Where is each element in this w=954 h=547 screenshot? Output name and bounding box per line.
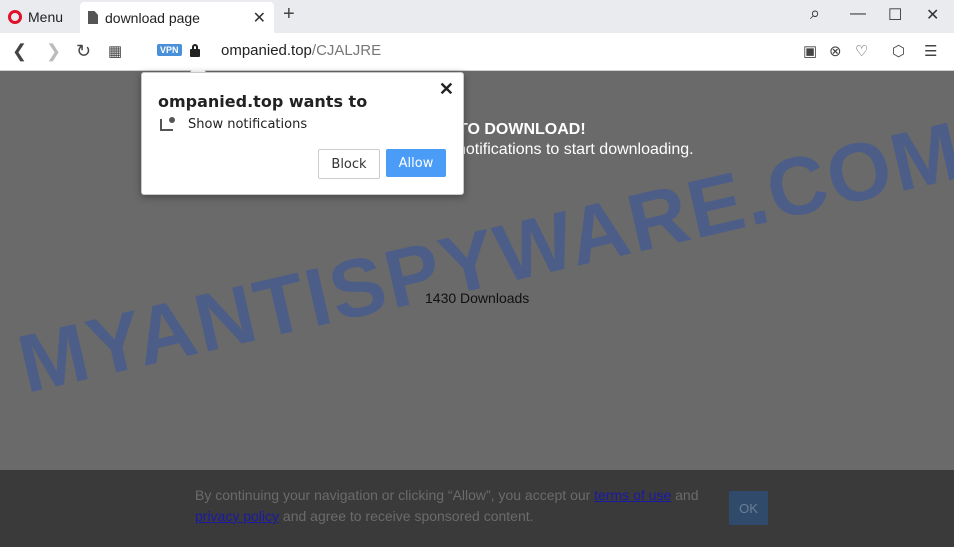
url-field[interactable]: ompanied.top/CJALJRE xyxy=(221,42,381,59)
popup-arrow xyxy=(190,64,206,72)
allow-button[interactable]: Allow xyxy=(386,149,446,177)
maximize-button[interactable]: ☐ xyxy=(888,5,902,25)
camera-icon[interactable]: ▣ xyxy=(803,42,817,60)
notification-icon xyxy=(160,117,175,131)
opera-menu-button[interactable]: Menu xyxy=(8,6,63,28)
minimize-button[interactable]: — xyxy=(850,5,866,23)
popup-close-icon[interactable]: ✕ xyxy=(439,79,454,100)
consent-text: By continuing your navigation or clickin… xyxy=(195,485,705,527)
url-path: /CJALJRE xyxy=(311,42,382,59)
consent-bar: By continuing your navigation or clickin… xyxy=(0,470,954,547)
tab-download-page[interactable]: download page ✕ xyxy=(80,2,274,33)
speed-dial-icon[interactable]: ▦ xyxy=(108,42,122,60)
easy-setup-icon[interactable]: ☰ xyxy=(924,42,937,60)
file-icon xyxy=(88,11,98,24)
popup-title: ompanied.top wants to xyxy=(158,92,368,111)
new-tab-button[interactable]: + xyxy=(283,3,295,26)
url-domain: ompanied.top xyxy=(221,42,312,59)
back-icon[interactable]: ❮ xyxy=(12,41,27,62)
privacy-policy-link[interactable]: privacy policy xyxy=(195,508,279,524)
ok-button[interactable]: OK xyxy=(729,491,768,525)
address-bar: ❮ ❯ ↻ ▦ VPN ompanied.top/CJALJRE ▣ ⊗ ♡ ⬡… xyxy=(0,33,954,71)
download-heading: TO DOWNLOAD! xyxy=(458,121,586,138)
close-window-button[interactable]: ✕ xyxy=(926,5,939,25)
tab-strip: Menu download page ✕ + ⌕ — ☐ ✕ xyxy=(0,0,954,33)
extensions-cube-icon[interactable]: ⬡ xyxy=(892,42,905,60)
reload-icon[interactable]: ↻ xyxy=(76,41,91,62)
download-subheading: notifications to start downloading. xyxy=(457,141,694,158)
block-button[interactable]: Block xyxy=(318,149,380,179)
vpn-badge[interactable]: VPN xyxy=(157,44,182,56)
lock-icon[interactable] xyxy=(190,44,200,57)
notification-permission-popup: ompanied.top wants to ✕ Show notificatio… xyxy=(141,72,464,195)
tab-close-icon[interactable]: ✕ xyxy=(253,8,266,28)
tab-title: download page xyxy=(105,9,200,26)
heart-icon[interactable]: ♡ xyxy=(855,42,868,60)
menu-label: Menu xyxy=(28,9,64,25)
consent-text-part: and agree to receive sponsored content. xyxy=(279,508,534,524)
opera-logo-icon xyxy=(8,10,22,24)
adblock-icon[interactable]: ⊗ xyxy=(829,42,842,60)
forward-icon[interactable]: ❯ xyxy=(46,41,61,62)
consent-text-part: By continuing your navigation or clickin… xyxy=(195,487,595,503)
terms-of-use-link[interactable]: terms of use xyxy=(594,487,671,503)
notification-label: Show notifications xyxy=(188,117,308,132)
search-tabs-icon[interactable]: ⌕ xyxy=(810,3,820,24)
consent-text-part: and xyxy=(671,487,699,503)
